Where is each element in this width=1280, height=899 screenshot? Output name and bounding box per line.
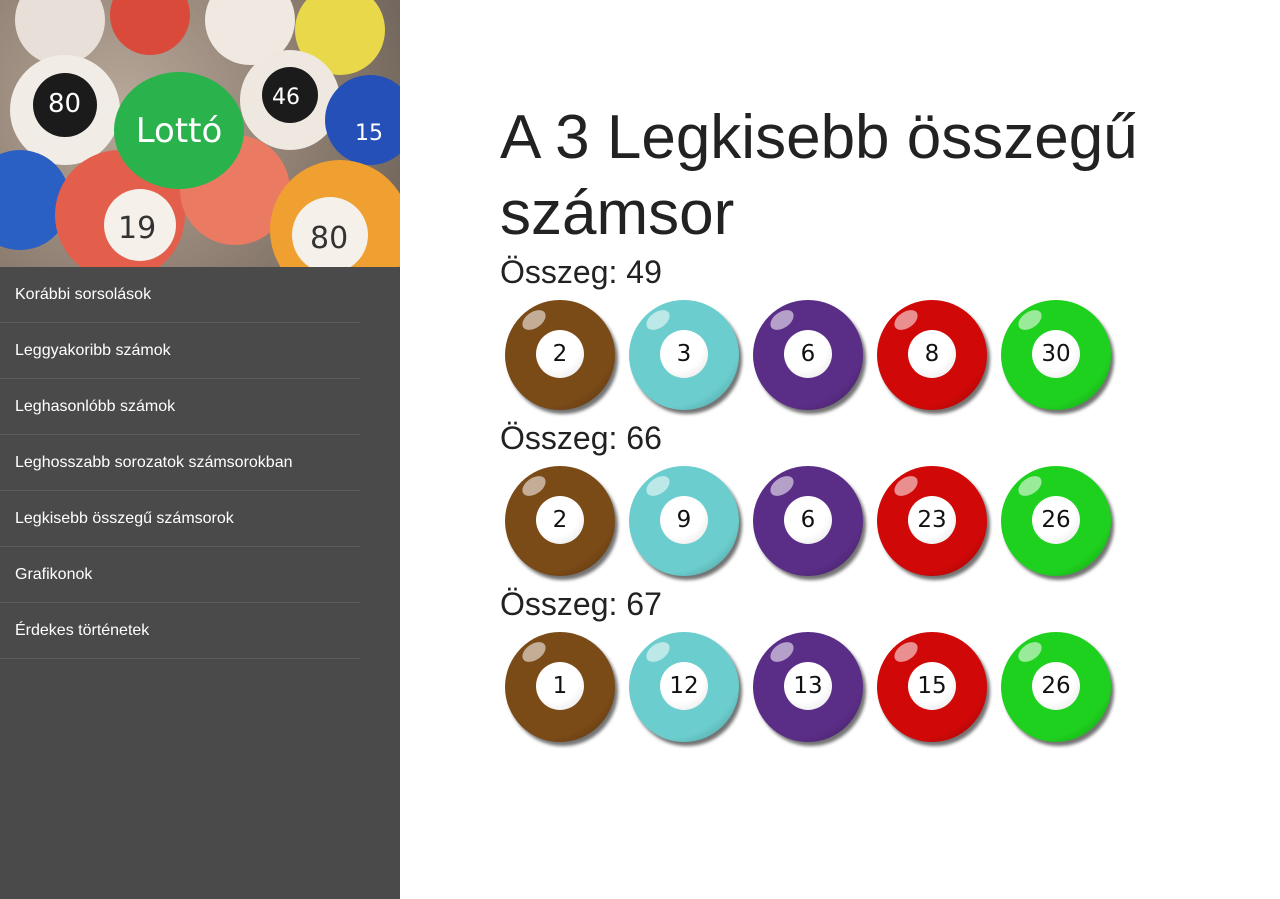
lottery-ball: 13 [753,632,863,742]
ball-number: 26 [1032,496,1080,544]
ball-number: 23 [908,496,956,544]
nav-item-most-similar-numbers[interactable]: Leghasonlóbb számok [0,379,360,435]
ball-highlight [766,305,798,335]
svg-text:19: 19 [118,211,156,246]
lottery-balls-banner-image: 80 46 80 19 15 Lottó [0,0,400,267]
nav-item-most-frequent-numbers[interactable]: Leggyakoribb számok [0,323,360,379]
ball-highlight [1014,305,1046,335]
ball-row: 1 12 13 15 26 [500,624,1220,750]
nav-item-previous-draws[interactable]: Korábbi sorsolások [0,267,360,323]
ball-highlight [766,471,798,501]
lottery-ball: 26 [1001,466,1111,576]
sum-label: Összeg: 67 [500,586,662,622]
lottery-ball: 2 [505,466,615,576]
svg-text:15: 15 [355,121,383,146]
sum-label: Összeg: 66 [500,420,662,456]
ball-number: 2 [536,496,584,544]
lottery-ball: 23 [877,466,987,576]
sum-label: Összeg: 49 [500,254,662,290]
page-title: A 3 Legkisebb összegű számsor [500,103,1138,248]
ball-number: 12 [660,662,708,710]
ball-highlight [890,637,922,667]
ball-highlight [642,471,674,501]
lottery-ball: 30 [1001,300,1111,410]
lottery-ball: 8 [877,300,987,410]
ball-row: 2 9 6 23 26 [500,458,1220,584]
svg-text:80: 80 [48,89,81,119]
lottery-ball: 15 [877,632,987,742]
lotto-logo[interactable]: Lottó [114,72,244,189]
nav-item-interesting-stories[interactable]: Érdekes történetek [0,603,360,659]
ball-number: 1 [536,662,584,710]
ball-number: 8 [908,330,956,378]
lottery-ball: 26 [1001,632,1111,742]
nav-item-longest-sequences[interactable]: Leghosszabb sorozatok számsorokban [0,435,360,491]
ball-number: 3 [660,330,708,378]
ball-row: 2 3 6 8 30 [500,292,1220,418]
ball-highlight [1014,471,1046,501]
nav-item-charts[interactable]: Grafikonok [0,547,360,603]
ball-number: 2 [536,330,584,378]
ball-highlight [890,471,922,501]
ball-number: 6 [784,330,832,378]
ball-highlight [766,637,798,667]
ball-number: 6 [784,496,832,544]
lottery-ball: 12 [629,632,739,742]
sidebar: 80 46 80 19 15 Lottó Korábbi sorsolások … [0,0,400,899]
lottery-ball: 6 [753,466,863,576]
lottery-ball: 2 [505,300,615,410]
ball-highlight [518,305,550,335]
ball-number: 30 [1032,330,1080,378]
main-content: A 3 Legkisebb összegű számsor Összeg: 49… [500,100,1220,750]
lottery-ball: 3 [629,300,739,410]
lottery-ball: 9 [629,466,739,576]
ball-highlight [890,305,922,335]
lottery-ball: 1 [505,632,615,742]
ball-highlight [518,637,550,667]
nav-item-smallest-sum-draws[interactable]: Legkisebb összegű számsorok [0,491,360,547]
number-groups: Összeg: 49 2 3 6 8 30 Összeg: 66 2 9 6 23 26 Összeg:… [500,252,1220,750]
ball-number: 15 [908,662,956,710]
ball-number: 9 [660,496,708,544]
ball-number: 26 [1032,662,1080,710]
ball-number: 13 [784,662,832,710]
ball-highlight [518,471,550,501]
ball-highlight [1014,637,1046,667]
ball-highlight [642,305,674,335]
lottery-ball: 6 [753,300,863,410]
ball-highlight [642,637,674,667]
sidebar-nav: Korábbi sorsolások Leggyakoribb számok L… [0,267,400,659]
svg-text:80: 80 [310,221,348,256]
svg-text:46: 46 [272,85,300,110]
